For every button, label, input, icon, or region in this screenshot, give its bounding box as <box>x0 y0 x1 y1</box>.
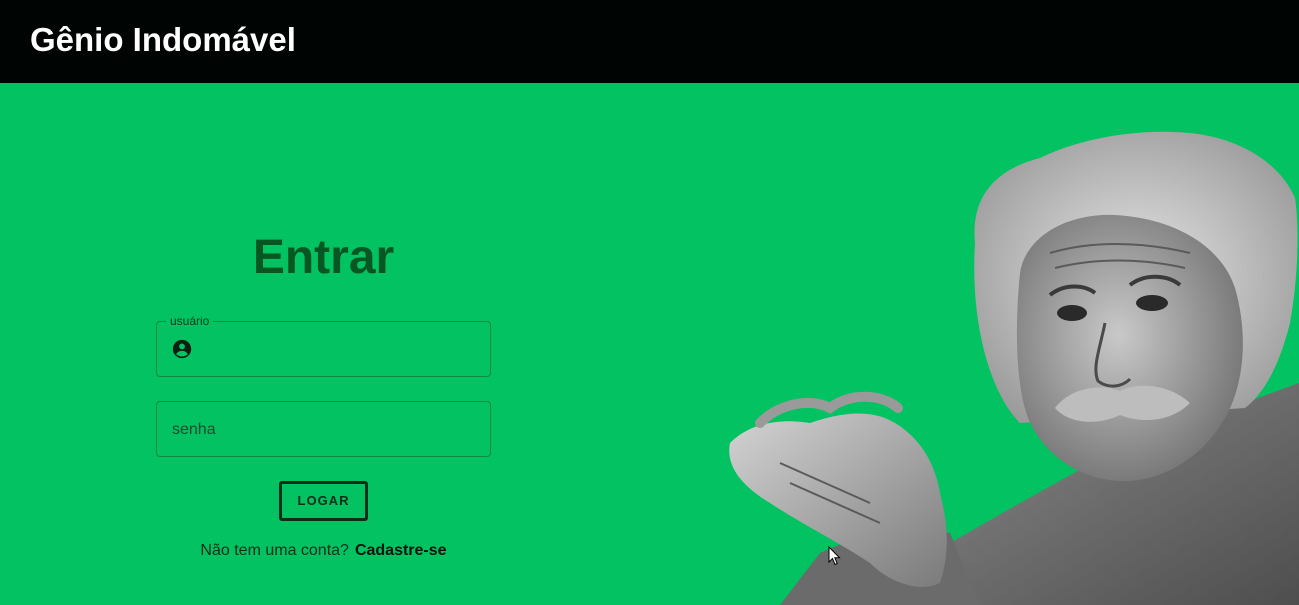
signup-prompt: Não tem uma conta? Cadastre-se <box>0 542 647 560</box>
login-page: Entrar usuário LOGAR Não tem uma conta? C… <box>0 83 1299 605</box>
mouse-pointer-icon <box>828 546 841 566</box>
page-title: Entrar <box>252 231 395 284</box>
signup-link[interactable]: Cadastre-se <box>355 542 447 559</box>
password-field[interactable] <box>156 401 491 457</box>
username-field[interactable]: usuário <box>156 313 491 377</box>
username-input[interactable] <box>207 330 481 370</box>
account-circle-icon <box>172 339 192 359</box>
no-account-text: Não tem uma conta? <box>200 542 349 559</box>
top-app-bar: Gênio Indomável <box>0 0 1299 83</box>
brand-title: Gênio Indomável <box>30 21 296 58</box>
username-label: usuário <box>166 313 214 329</box>
password-input[interactable] <box>170 410 484 450</box>
login-button[interactable]: LOGAR <box>279 481 368 521</box>
einstein-portrait-image <box>729 131 1299 605</box>
